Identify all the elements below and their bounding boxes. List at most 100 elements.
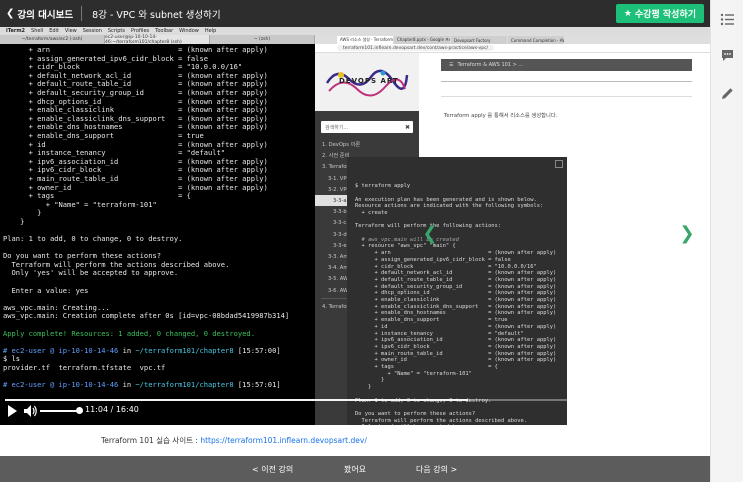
write-review-label: 수강평 작성하기 (634, 10, 696, 20)
picture-in-picture-icon[interactable] (681, 405, 694, 416)
prompt-path: ~/terraform101/chapter8 (135, 345, 234, 355)
code-line: + enable_dns_support = true (355, 317, 508, 324)
terminal-tab: ~ (zsh) (210, 35, 315, 44)
logo-text: DEVOPS ART (339, 77, 399, 85)
code-line: + default_network_acl_id = (known after … (355, 270, 557, 277)
back-arrow-icon: ❮ (6, 8, 15, 19)
code-line: } (355, 377, 385, 384)
breadcrumb: ☰ Terraform & AWS 101 > ... (441, 59, 692, 71)
mac-menu-item: Profiles (130, 28, 150, 34)
mac-menu-item: Edit (49, 28, 59, 34)
progress-bar[interactable] (5, 399, 705, 401)
site-logo: DEVOPS ART (315, 53, 419, 111)
toc-search-input[interactable]: 검색하기... ✖ (321, 121, 413, 133)
practice-site-link[interactable]: https://terraform101.inflearn.devopsart.… (200, 436, 367, 445)
terminal-line: } (3, 208, 42, 218)
code-line: + main_route_table_id = (known after app… (355, 350, 557, 357)
dashboard-back-link[interactable]: ❮ 강의 대시보드 (0, 0, 81, 27)
terminal-line: aws_vpc.main: Creation complete after 0s… (3, 311, 290, 321)
lecture-title: 8강 - VPC 와 subnet 생성하기 (92, 9, 221, 21)
previous-lecture-button[interactable]: < 이전 강의 (252, 464, 293, 475)
time-display: 11:04 / 16:40 (85, 405, 139, 414)
prompt-path: ~/terraform101/chapter8 (135, 380, 234, 390)
video-player[interactable]: iTerm2 Shell Edit View Session Scripts P… (0, 27, 710, 425)
code-line: + id = (known after apply) (355, 323, 557, 330)
ls-output: provider.tf terraform.tfstate vpc.tf (3, 362, 166, 372)
mac-menu-item: iTerm2 (6, 28, 26, 34)
code-line: + arn = (known after apply) (355, 250, 557, 257)
lecture-header: ❮ 강의 대시보드 8강 - VPC 와 subnet 생성하기 ★ 수강평 작… (0, 0, 710, 27)
apply-complete-line: Apply complete! Resources: 1 added, 0 ch… (3, 328, 255, 338)
browser-tab: AWS 리소스 생성 · Terraform 101 (337, 36, 393, 44)
toc-item[interactable]: 1. DevOps 이론 (315, 139, 419, 150)
prompt-time: [15:57:00] (233, 345, 281, 355)
copy-icon[interactable] (555, 160, 563, 168)
browser-window: AWS 리소스 생성 · Terraform 101 Chapter8.pptx… (315, 35, 710, 425)
mac-menu-item: Shell (31, 28, 44, 34)
code-line: + "Name" = "terraform-101" (355, 370, 472, 377)
code-block: $ terraform apply An execution plan has b… (347, 157, 567, 425)
terminal-line: Only 'yes' will be accepted to approve. (3, 268, 179, 278)
code-line: + enable_dns_hostnames = (known after ap… (355, 310, 557, 317)
list-icon[interactable] (720, 12, 735, 27)
volume-slider[interactable] (40, 410, 78, 412)
code-line: An execution plan has been generated and… (355, 196, 537, 203)
code-lines: $ terraform apply An execution plan has b… (355, 183, 559, 425)
mac-menu-item: Session (82, 28, 102, 34)
prompt-time: [15:57:01] (233, 380, 281, 390)
code-line: $ terraform apply (355, 183, 411, 190)
code-line: Do you want to perform these actions? (355, 410, 476, 417)
prompt-host: # ec2-user @ ip-10-10-14-46 (3, 380, 119, 390)
prompt-line: # ec2-user @ ip-10-10-14-46 in ~/terrafo… (3, 373, 312, 390)
star-icon: ★ (623, 8, 632, 19)
play-icon[interactable] (7, 405, 17, 417)
volume-knob[interactable] (76, 407, 83, 414)
menu-icon[interactable]: ☰ (449, 62, 453, 68)
terminal-output: + arn = (known after apply) + assign_gen… (0, 44, 315, 392)
breadcrumb-text: Terraform & AWS 101 > ... (457, 62, 524, 68)
terminal-window: ~/terraform/aws/ec2 (-zsh) ec2-user@ip-1… (0, 35, 315, 425)
terminal-line: } (3, 216, 25, 226)
code-line: + cidr_block = "10.0.0.0/16" (355, 263, 537, 270)
close-icon[interactable]: ✖ (405, 124, 410, 131)
divider (441, 81, 692, 82)
code-line: + ipv6_cidr_block = (known after apply) (355, 343, 557, 350)
code-line: + ipv6_association_id = (known after app… (355, 337, 557, 344)
terminal-line: Enter a value: yes (3, 285, 89, 295)
code-line: + resource "aws_vpc" "main" { (355, 243, 456, 250)
pencil-icon[interactable] (720, 86, 735, 101)
code-line: Resource actions are indicated with the … (355, 203, 544, 210)
code-line: + enable_classiclink_dns_support = (know… (355, 303, 557, 310)
next-page-arrow-icon[interactable]: ❯ (679, 223, 694, 244)
next-lecture-button[interactable]: 다음 강의 > (416, 464, 457, 475)
code-line: + dhcp_options_id = (known after apply) (355, 290, 557, 297)
right-sidebar (710, 0, 743, 482)
prompt-in: in (118, 345, 136, 355)
progress-fill (5, 399, 469, 401)
mac-menu-item: Window (179, 28, 199, 34)
terminal-tab: ec2-user@ip-10-10-14-46:~/terraform101/c… (105, 35, 210, 45)
mark-complete-button[interactable]: 봤어요 (344, 464, 366, 475)
terminal-lines: + arn = (known after apply) + assign_gen… (3, 45, 312, 330)
comment-icon[interactable] (720, 48, 735, 63)
code-line: Terraform will perform the actions descr… (355, 417, 528, 424)
write-review-button[interactable]: ★ 수강평 작성하기 (615, 4, 704, 23)
search-placeholder: 검색하기... (325, 124, 349, 131)
lecture-notes: Terraform 101 실습 사이트 : https://terraform… (0, 425, 710, 456)
code-line: } (355, 384, 372, 391)
back-label: 강의 대시보드 (17, 9, 74, 21)
more-options-icon[interactable]: · · · (666, 402, 671, 420)
mac-menu-item: Scripts (107, 28, 125, 34)
volume-icon[interactable] (24, 405, 37, 417)
previous-page-arrow-icon[interactable]: ❮ (422, 223, 437, 244)
browser-tab: Command Completion - AWS C (508, 36, 564, 44)
prompt-host: # ec2-user @ ip-10-10-14-46 (3, 345, 119, 355)
fullscreen-icon[interactable] (650, 405, 661, 416)
terminal-line: Plan: 1 to add, 0 to change, 0 to destro… (3, 234, 183, 244)
browser-tabs: AWS 리소스 생성 · Terraform 101 Chapter8.pptx… (315, 35, 710, 44)
code-line: + owner_id = (known after apply) (355, 357, 557, 364)
code-line: + default_route_table_id = (known after … (355, 276, 557, 283)
